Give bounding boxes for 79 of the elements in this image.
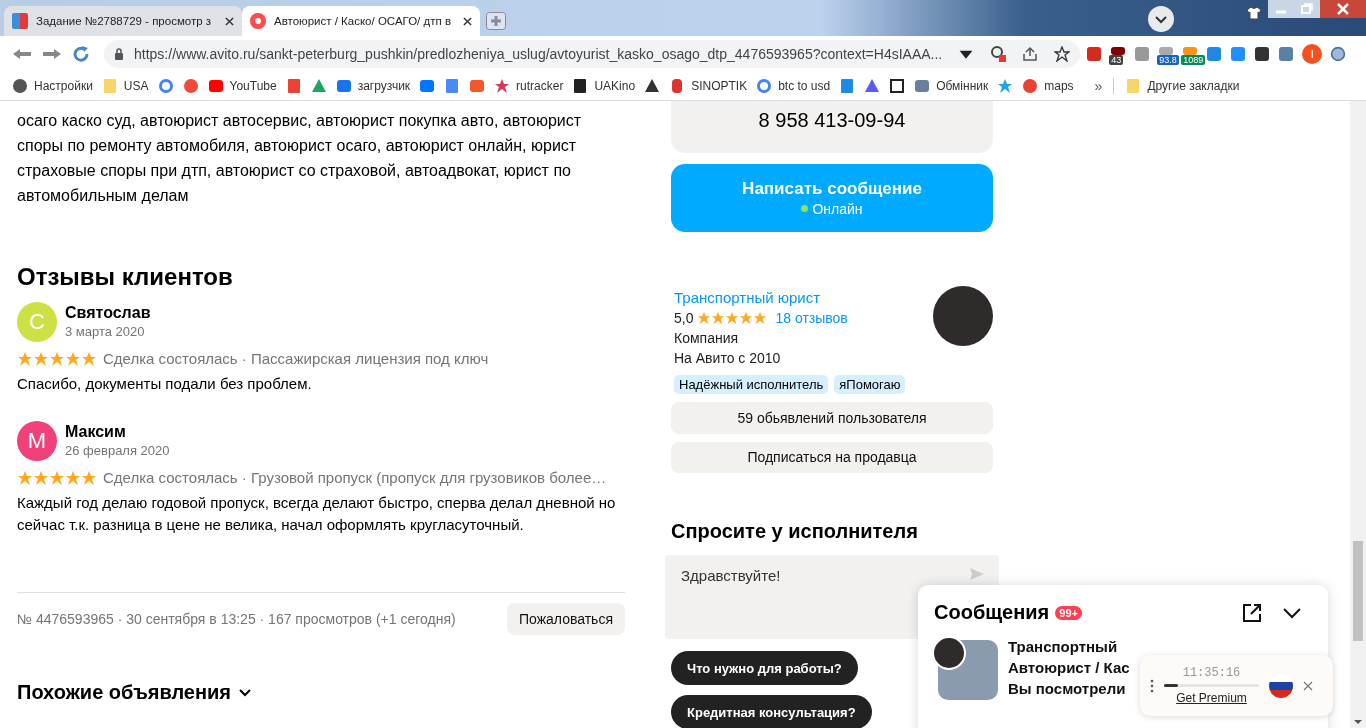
scrollbar-thumb[interactable] — [1353, 541, 1363, 641]
bookmark[interactable]: USA — [101, 78, 149, 94]
member-since: На Авито с 2010 — [674, 348, 782, 368]
record-icon — [250, 13, 266, 29]
bookmark[interactable]: Настройки — [12, 78, 93, 94]
lock-icon — [114, 48, 124, 60]
favicon-icon — [12, 13, 28, 29]
suggestion-chip[interactable]: Что нужно для работы? — [671, 651, 858, 686]
app-icon — [889, 78, 906, 94]
reviewer-name: Максим — [65, 422, 127, 442]
deal-info: Сделка состоялась · Пассажирская лицензия под ключ — [103, 350, 489, 367]
chat-text: Транспортный — [1008, 637, 1119, 657]
report-button[interactable]: Пожаловаться — [507, 603, 625, 635]
bookmark[interactable]: YouTube — [207, 78, 277, 94]
new-tab-button[interactable] — [486, 12, 506, 30]
bookmark[interactable]: загрузчик — [335, 78, 411, 94]
bookmark[interactable] — [889, 78, 906, 94]
tab-search-button[interactable] — [1148, 6, 1174, 32]
reload-icon[interactable] — [72, 45, 90, 63]
seller-type: Компания — [674, 328, 740, 348]
section-heading: Отзывы клиентов — [17, 262, 234, 292]
suggestion-chip[interactable]: Кредитная консультация? — [671, 695, 872, 728]
unread-badge: 99+ — [1055, 605, 1082, 620]
browser-tab[interactable]: Автоюрист / Каско/ ОСАГО/ дтп в — [242, 6, 480, 36]
chat-text: Вы посмотрели — [1008, 679, 1127, 699]
seller-button[interactable]: 59 обьявлений пользователя — [671, 401, 993, 434]
address-field[interactable]: https://www.avito.ru/sankt-peterburg_pushkin/predlozheniya_uslug/avtoyurist_kasko_osago_dtp_4476593965?context=H4sIAAA... — [104, 40, 1081, 68]
bookmark[interactable]: maps — [1022, 78, 1074, 94]
seller-badge: яПомогаю — [834, 374, 906, 394]
section-heading: Спросите у исполнителя — [671, 519, 919, 544]
close-window-button[interactable] — [1320, 0, 1366, 18]
open-external-icon[interactable] — [1242, 602, 1262, 623]
sparkle-icon — [997, 78, 1014, 94]
user-avatar: С — [17, 302, 57, 342]
more-icon[interactable] — [1150, 678, 1154, 693]
back-icon[interactable] — [12, 48, 32, 60]
seller-button[interactable]: Подписаться на продавца — [671, 441, 993, 474]
folder-icon — [1125, 78, 1142, 94]
chevron-down-icon[interactable] — [239, 688, 252, 697]
seller-badge: Надёжный исполнитель — [674, 374, 829, 394]
star-icon — [494, 78, 511, 94]
app-icon[interactable] — [1254, 46, 1271, 62]
app-icon — [839, 78, 856, 94]
bookmark[interactable]: SINOPTIK — [669, 78, 748, 94]
chevron-down-icon[interactable] — [1282, 606, 1302, 619]
more-bookmarks-button[interactable]: » — [1094, 78, 1103, 94]
scroll-down-icon[interactable] — [1353, 719, 1363, 725]
browser-tab[interactable]: Задание №2788729 - просмотр з — [4, 6, 242, 36]
deal-info: Сделка состоялась · Грузовой пропуск (пропуск для грузовиков более… — [103, 469, 607, 486]
bookmark-star-icon[interactable] — [1054, 46, 1071, 62]
location-blocked-icon[interactable] — [990, 46, 1007, 62]
listing-info: № 4476593965 · 30 сентября в 13:25 · 167 просмотров (+1 сегодня) — [17, 611, 456, 627]
chat-text: Автоюрист / Кас — [1008, 658, 1130, 678]
section-heading: Похожие объявления — [17, 681, 232, 704]
app-icon — [469, 78, 486, 94]
bookmark-folder[interactable]: Другие закладки — [1125, 78, 1240, 94]
count-badge: 93.8 — [1157, 55, 1179, 65]
review-text: Спасибо, документы подали без проблем. — [17, 374, 313, 394]
bookmark[interactable]: rutracker — [494, 78, 564, 94]
bookmark[interactable]: UAKino — [572, 78, 636, 94]
review-text: Каждый год делаю годовой пропуск, всегда делают быстро, сперва делал дневной но сейчас т.к. разница в цене не велика, начал оформлять кругласуточный. — [17, 493, 617, 535]
user-avatar: М — [17, 421, 57, 461]
review-date: 26 февраля 2020 — [65, 442, 170, 460]
forward-icon[interactable] — [42, 48, 62, 60]
reviewer-name: Святослав — [65, 303, 151, 323]
bookmark[interactable]: btc to usd — [756, 78, 831, 94]
folder-icon — [101, 78, 118, 94]
bookmark[interactable]: Обмінник — [914, 78, 989, 94]
share-icon[interactable] — [1022, 46, 1039, 62]
rating-value: 5,0 — [674, 308, 694, 328]
tshirt-icon[interactable] — [1246, 6, 1262, 20]
close-icon[interactable] — [463, 16, 472, 26]
count-badge: 43 — [1109, 55, 1124, 65]
phone-number[interactable]: 8 958 413-09-94 — [671, 101, 993, 153]
description-text: осаго каско суд, автоюрист автосервис, автоюрист покупка авто, автоюрист споры по ремонту автомобиля, автоюрист осаго, автоюрист онлайн, юрист страховые споры при дтп, автоюрист со страховой, автоадвокат, юрист по автомобильным делам — [17, 111, 583, 206]
close-icon[interactable] — [225, 16, 234, 26]
review-date: 3 марта 2020 — [65, 323, 146, 341]
count-badge: 1089 — [1181, 55, 1206, 65]
time-text: 11:35:16 — [1182, 666, 1241, 680]
